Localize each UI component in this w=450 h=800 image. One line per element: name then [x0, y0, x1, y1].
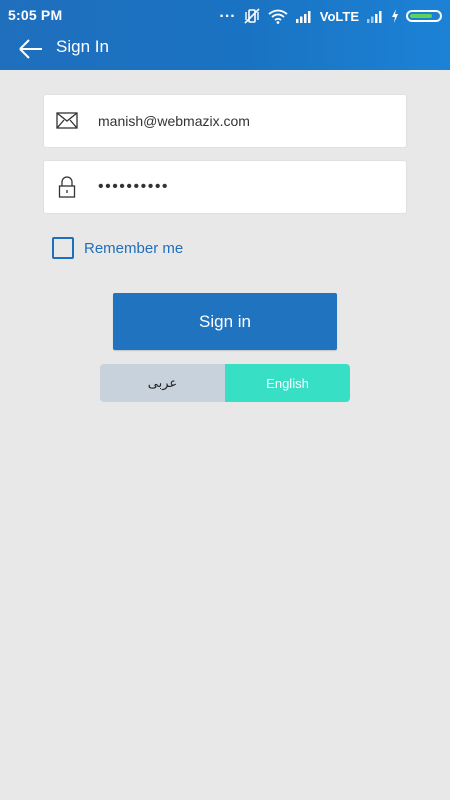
- email-input[interactable]: [98, 95, 388, 147]
- language-option-english[interactable]: English: [225, 364, 350, 402]
- overflow-dots-icon: ...: [219, 4, 236, 21]
- mail-icon: [56, 112, 78, 129]
- signal-icon: [367, 11, 382, 23]
- sign-in-button[interactable]: Sign in: [113, 293, 337, 350]
- header: 5:05 PM ... VoLTE Sign In: [0, 0, 450, 70]
- lock-icon: [58, 176, 76, 198]
- back-arrow-icon[interactable]: [18, 38, 44, 60]
- vibrate-off-icon: [244, 8, 260, 24]
- status-icons: ... VoLTE: [219, 4, 442, 26]
- remember-me-checkbox[interactable]: [52, 237, 74, 259]
- remember-me-label: Remember me: [84, 239, 184, 257]
- network-label: VoLTE: [319, 8, 359, 24]
- status-bar: 5:05 PM ... VoLTE: [0, 0, 450, 30]
- app-bar: Sign In: [0, 30, 450, 70]
- language-toggle: عربى English: [100, 364, 350, 402]
- password-field: ••••••••••: [44, 161, 406, 213]
- remember-me-toggle[interactable]: Remember me: [52, 236, 183, 260]
- battery-icon: [406, 10, 442, 22]
- page-title: Sign In: [56, 37, 109, 56]
- signal-icon: [295, 11, 311, 23]
- language-option-arabic[interactable]: عربى: [100, 364, 225, 402]
- charging-icon: [392, 9, 398, 23]
- wifi-icon: [268, 9, 288, 24]
- email-field: [44, 95, 406, 147]
- status-time: 5:05 PM: [8, 7, 63, 23]
- password-input[interactable]: ••••••••••: [98, 161, 388, 213]
